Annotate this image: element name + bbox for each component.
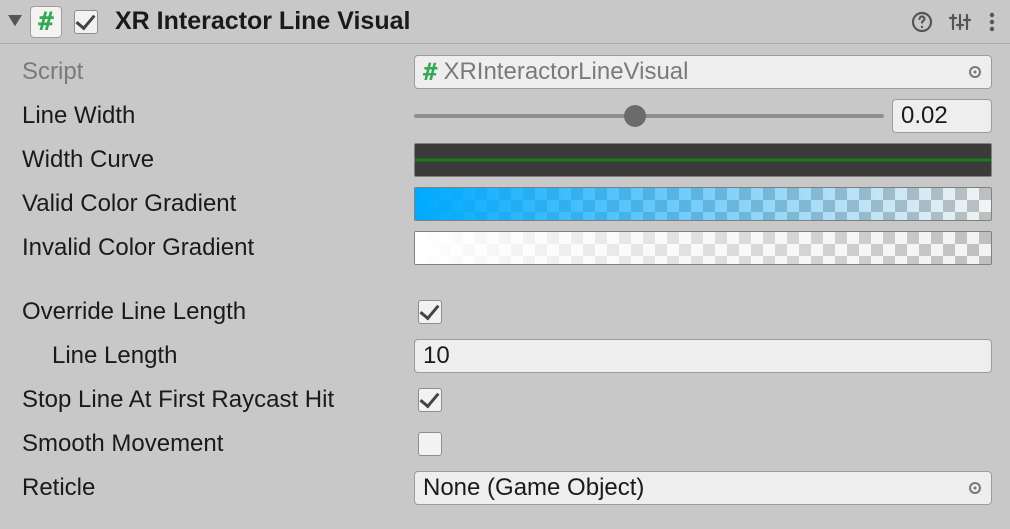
component-body: Script # XRInteractorLineVisual Line Wid…	[0, 44, 1010, 518]
width-curve-row: Width Curve	[22, 140, 1000, 180]
line-length-input[interactable]	[414, 339, 992, 373]
stop-line-label: Stop Line At First Raycast Hit	[22, 386, 414, 414]
width-curve-label: Width Curve	[22, 146, 414, 174]
line-width-value[interactable]	[901, 102, 983, 130]
component-title: XR Interactor Line Visual	[115, 7, 410, 36]
width-curve-field[interactable]	[414, 143, 992, 177]
line-width-slider[interactable]	[414, 99, 884, 133]
component-header: # XR Interactor Line Visual	[0, 0, 1010, 44]
reticle-object-field[interactable]: None (Game Object)	[414, 471, 992, 505]
valid-gradient-overlay	[415, 188, 991, 220]
slider-thumb[interactable]	[624, 105, 646, 127]
presets-icon[interactable]	[948, 10, 972, 34]
reticle-label: Reticle	[22, 474, 414, 502]
reticle-row: Reticle None (Game Object)	[22, 468, 1000, 508]
script-row: Script # XRInteractorLineVisual	[22, 52, 1000, 92]
override-line-length-row: Override Line Length	[22, 292, 1000, 332]
script-object-field[interactable]: # XRInteractorLineVisual	[414, 55, 992, 89]
line-length-value[interactable]	[423, 342, 983, 370]
smooth-checkbox[interactable]	[418, 432, 442, 456]
object-picker-icon[interactable]	[965, 478, 985, 498]
script-hash-icon: #	[423, 58, 437, 86]
inspector-panel: # XR Interactor Line Visual	[0, 0, 1010, 529]
line-length-label: Line Length	[22, 342, 414, 370]
invalid-gradient-label: Invalid Color Gradient	[22, 234, 414, 262]
reticle-value: None (Game Object)	[423, 474, 644, 502]
override-label: Override Line Length	[22, 298, 414, 326]
object-picker-icon[interactable]	[965, 62, 985, 82]
line-width-row: Line Width	[22, 96, 1000, 136]
line-width-label: Line Width	[22, 102, 414, 130]
stop-line-checkbox[interactable]	[418, 388, 442, 412]
valid-gradient-field[interactable]	[414, 187, 992, 221]
invalid-gradient-row: Invalid Color Gradient	[22, 228, 1000, 268]
context-menu-icon[interactable]	[986, 10, 998, 34]
valid-gradient-row: Valid Color Gradient	[22, 184, 1000, 224]
foldout-toggle-icon[interactable]	[8, 15, 22, 29]
invalid-gradient-field[interactable]	[414, 231, 992, 265]
smooth-label: Smooth Movement	[22, 430, 414, 458]
script-label: Script	[22, 58, 414, 86]
script-type-icon: #	[30, 6, 62, 38]
help-icon[interactable]	[910, 10, 934, 34]
smooth-movement-row: Smooth Movement	[22, 424, 1000, 464]
script-value: XRInteractorLineVisual	[443, 58, 688, 86]
component-enabled-checkbox[interactable]	[74, 10, 98, 34]
stop-line-row: Stop Line At First Raycast Hit	[22, 380, 1000, 420]
line-length-row: Line Length	[22, 336, 1000, 376]
curve-line	[415, 159, 991, 162]
override-checkbox[interactable]	[418, 300, 442, 324]
invalid-gradient-overlay	[415, 232, 991, 264]
line-width-input[interactable]	[892, 99, 992, 133]
valid-gradient-label: Valid Color Gradient	[22, 190, 414, 218]
